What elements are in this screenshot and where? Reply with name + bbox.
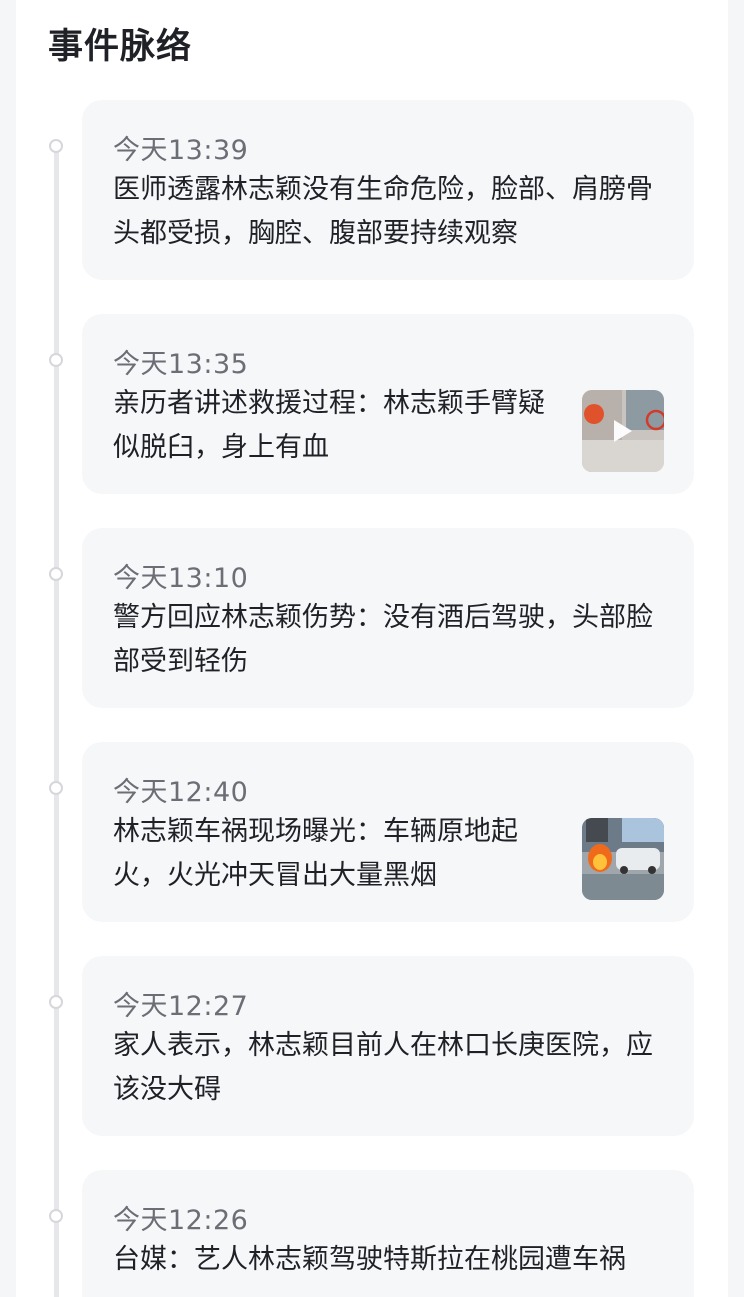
timeline-dot	[49, 353, 63, 367]
event-time: 今天13:35	[113, 349, 249, 380]
event-timeline-panel: 事件脉络 今天13:39 医师透露林志颖没有生命危险，脸部、肩膀骨头都受损，胸腔…	[16, 0, 728, 1297]
event-time: 今天13:10	[113, 563, 249, 594]
timeline-dot	[49, 995, 63, 1009]
event-headline: 警方回应林志颖伤势：没有酒后驾驶，头部脸部受到轻伤	[113, 602, 653, 677]
timeline-event-card[interactable]: 今天12:26 台媒：艺人林志颖驾驶特斯拉在桃园遭车祸	[82, 1170, 694, 1297]
event-time: 今天13:39	[113, 135, 249, 166]
timeline-event-card[interactable]: 今天13:10 警方回应林志颖伤势：没有酒后驾驶，头部脸部受到轻伤	[82, 528, 694, 708]
photo-thumbnail[interactable]	[582, 818, 664, 900]
event-time: 今天12:40	[113, 777, 249, 808]
event-headline: 家人表示，林志颖目前人在林口长庚医院，应该没大碍	[113, 1030, 653, 1105]
fire-photo-icon	[582, 818, 664, 900]
timeline-dot	[49, 781, 63, 795]
event-time: 今天12:26	[113, 1205, 249, 1236]
timeline-dot	[49, 1209, 63, 1223]
timeline-event-card[interactable]: 今天13:35 亲历者讲述救援过程：林志颖手臂疑似脱臼，身上有血	[82, 314, 694, 494]
timeline-dot	[49, 139, 63, 153]
section-title: 事件脉络	[48, 27, 193, 67]
event-headline: 林志颖车祸现场曝光：车辆原地起火，火光冲天冒出大量黑烟	[113, 816, 518, 891]
timeline-event-card[interactable]: 今天12:40 林志颖车祸现场曝光：车辆原地起火，火光冲天冒出大量黑烟	[82, 742, 694, 922]
event-headline: 台媒：艺人林志颖驾驶特斯拉在桃园遭车祸	[113, 1244, 626, 1275]
video-thumbnail[interactable]	[582, 390, 664, 472]
timeline-dot	[49, 567, 63, 581]
event-time: 今天12:27	[113, 991, 249, 1022]
event-headline: 医师透露林志颖没有生命危险，脸部、肩膀骨头都受损，胸腔、腹部要持续观察	[113, 174, 653, 249]
timeline-event-card[interactable]: 今天12:27 家人表示，林志颖目前人在林口长庚医院，应该没大碍	[82, 956, 694, 1136]
video-play-icon	[582, 390, 664, 472]
event-headline: 亲历者讲述救援过程：林志颖手臂疑似脱臼，身上有血	[113, 388, 545, 463]
timeline-event-card[interactable]: 今天13:39 医师透露林志颖没有生命危险，脸部、肩膀骨头都受损，胸腔、腹部要持…	[82, 100, 694, 280]
timeline-line	[54, 148, 59, 1297]
